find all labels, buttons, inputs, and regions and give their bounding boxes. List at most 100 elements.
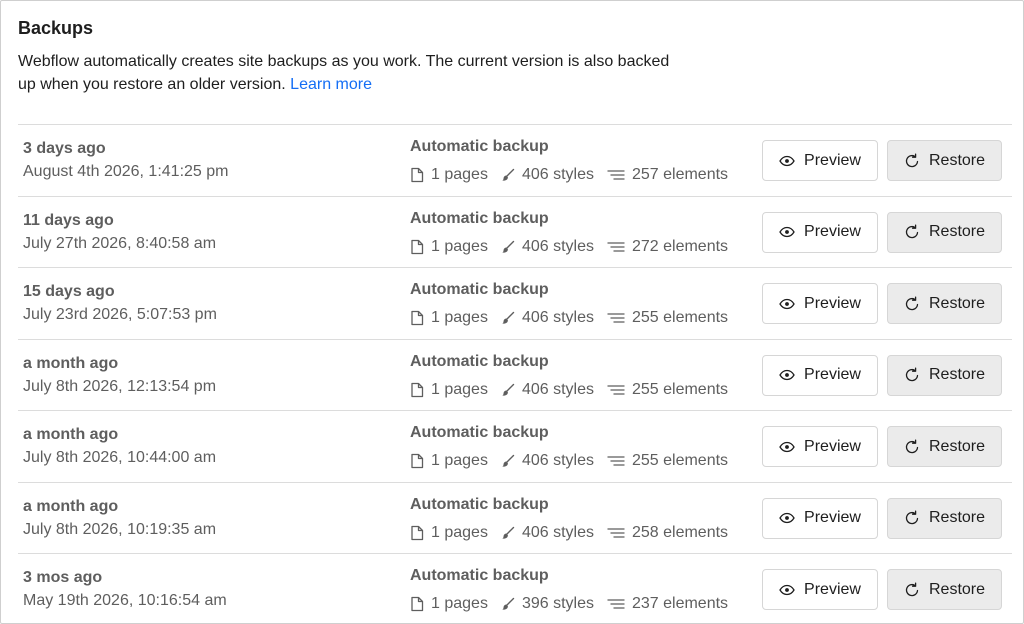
brush-icon xyxy=(502,168,515,181)
backup-stats: 1 pages 406 styles 258 elements xyxy=(410,523,728,543)
backup-date: August 4th 2026, 1:41:25 pm xyxy=(23,163,229,180)
elements-stat: 255 elements xyxy=(607,452,728,470)
restore-label: Restore xyxy=(928,366,986,383)
backup-row: a month ago July 8th 2026, 12:13:54 pm A… xyxy=(18,338,1012,411)
backup-row: 15 days ago July 23rd 2026, 5:07:53 pm A… xyxy=(18,267,1012,339)
styles-stat: 406 styles xyxy=(501,381,594,399)
styles-count: 406 styles xyxy=(521,380,594,398)
eye-icon xyxy=(779,512,795,524)
backups-panel: Backups Webflow automatically creates si… xyxy=(0,0,1024,624)
elements-icon xyxy=(607,599,625,609)
backup-stats: 1 pages 406 styles 272 elements xyxy=(410,237,728,257)
pages-stat: 1 pages xyxy=(410,595,488,613)
restore-button[interactable]: Restore xyxy=(887,426,1002,467)
restore-icon xyxy=(905,153,919,167)
backup-type: Automatic backup xyxy=(410,495,549,513)
backup-stats: 1 pages 406 styles 255 elements xyxy=(410,451,728,471)
backup-list: 3 days ago August 4th 2026, 1:41:25 pm A… xyxy=(18,124,1012,623)
page-icon xyxy=(411,453,424,469)
backup-stats: 1 pages 406 styles 255 elements xyxy=(410,380,728,400)
backup-date: May 19th 2026, 10:16:54 am xyxy=(23,592,227,609)
styles-count: 406 styles xyxy=(521,309,594,326)
backup-date: July 27th 2026, 8:40:58 am xyxy=(23,234,217,252)
restore-icon xyxy=(905,510,919,525)
eye-icon xyxy=(779,584,795,595)
pages-stat: 1 pages xyxy=(410,238,488,256)
backup-row: 3 days ago August 4th 2026, 1:41:25 pm A… xyxy=(18,124,1012,196)
pages-stat: 1 pages xyxy=(410,524,488,542)
backup-type: Automatic backup xyxy=(410,209,549,227)
preview-button[interactable]: Preview xyxy=(762,211,878,253)
pages-stat: 1 pages xyxy=(410,166,488,184)
pages-count: 1 pages xyxy=(431,380,488,398)
elements-count: 272 elements xyxy=(631,237,729,255)
pages-stat: 1 pages xyxy=(410,381,488,399)
page-icon xyxy=(411,382,424,397)
elements-stat: 272 elements xyxy=(607,238,728,256)
restore-button[interactable]: Restore xyxy=(887,569,1002,610)
backup-date: July 23rd 2026, 5:07:53 pm xyxy=(23,306,217,323)
eye-icon xyxy=(779,226,795,238)
preview-label: Preview xyxy=(804,151,861,169)
learn-more-link[interactable]: Learn more xyxy=(290,76,372,93)
pages-stat: 1 pages xyxy=(410,309,488,327)
elements-stat: 257 elements xyxy=(607,166,728,184)
preview-button[interactable]: Preview xyxy=(762,283,878,324)
backup-relative-time: 3 days ago xyxy=(23,140,106,157)
restore-button[interactable]: Restore xyxy=(887,140,1002,181)
preview-button[interactable]: Preview xyxy=(762,140,878,181)
eye-icon xyxy=(779,298,795,309)
backup-relative-time: a month ago xyxy=(23,354,119,372)
elements-count: 237 elements xyxy=(631,595,729,612)
restore-icon xyxy=(905,439,919,453)
pages-stat: 1 pages xyxy=(410,452,488,470)
elements-stat: 255 elements xyxy=(607,381,728,399)
page-title: Backups xyxy=(18,18,94,38)
preview-label: Preview xyxy=(804,580,861,598)
styles-stat: 396 styles xyxy=(501,595,594,613)
brush-icon xyxy=(502,240,515,253)
backup-relative-time: a month ago xyxy=(23,497,119,515)
elements-icon xyxy=(607,170,625,180)
restore-label: Restore xyxy=(928,509,986,526)
styles-count: 406 styles xyxy=(521,166,594,183)
page-icon xyxy=(411,239,424,254)
restore-button[interactable]: Restore xyxy=(887,497,1002,539)
elements-count: 255 elements xyxy=(631,452,729,469)
page-icon xyxy=(411,596,424,612)
backup-stats: 1 pages 406 styles 257 elements xyxy=(410,165,728,185)
preview-button[interactable]: Preview xyxy=(762,426,878,467)
pages-count: 1 pages xyxy=(431,523,488,541)
restore-icon xyxy=(905,582,919,596)
backup-stats: 1 pages 406 styles 255 elements xyxy=(410,308,728,328)
backup-type: Automatic backup xyxy=(410,567,549,584)
backup-date: July 8th 2026, 10:44:00 am xyxy=(23,449,217,466)
elements-stat: 237 elements xyxy=(607,595,728,613)
restore-button[interactable]: Restore xyxy=(887,211,1002,253)
restore-button[interactable]: Restore xyxy=(887,283,1002,324)
preview-button[interactable]: Preview xyxy=(762,497,878,539)
preview-button[interactable]: Preview xyxy=(762,354,878,396)
restore-button[interactable]: Restore xyxy=(887,354,1002,396)
pages-count: 1 pages xyxy=(431,595,488,612)
restore-label: Restore xyxy=(928,151,986,169)
backup-stats: 1 pages 396 styles 237 elements xyxy=(410,594,728,614)
elements-count: 255 elements xyxy=(631,380,729,398)
backup-relative-time: 3 mos ago xyxy=(23,569,103,586)
backup-row: a month ago July 8th 2026, 10:19:35 am A… xyxy=(18,481,1012,554)
restore-icon xyxy=(905,296,919,310)
preview-label: Preview xyxy=(804,294,861,312)
backup-type: Automatic backup xyxy=(410,138,549,155)
backup-relative-time: 11 days ago xyxy=(23,211,114,229)
elements-count: 255 elements xyxy=(631,309,729,326)
pages-count: 1 pages xyxy=(431,452,488,469)
preview-button[interactable]: Preview xyxy=(762,569,878,610)
pages-count: 1 pages xyxy=(431,237,488,255)
styles-stat: 406 styles xyxy=(501,238,594,256)
elements-icon xyxy=(607,527,625,538)
brush-icon xyxy=(502,526,515,539)
restore-icon xyxy=(905,224,919,239)
restore-label: Restore xyxy=(928,437,986,455)
preview-label: Preview xyxy=(804,366,861,383)
elements-count: 257 elements xyxy=(631,166,729,183)
